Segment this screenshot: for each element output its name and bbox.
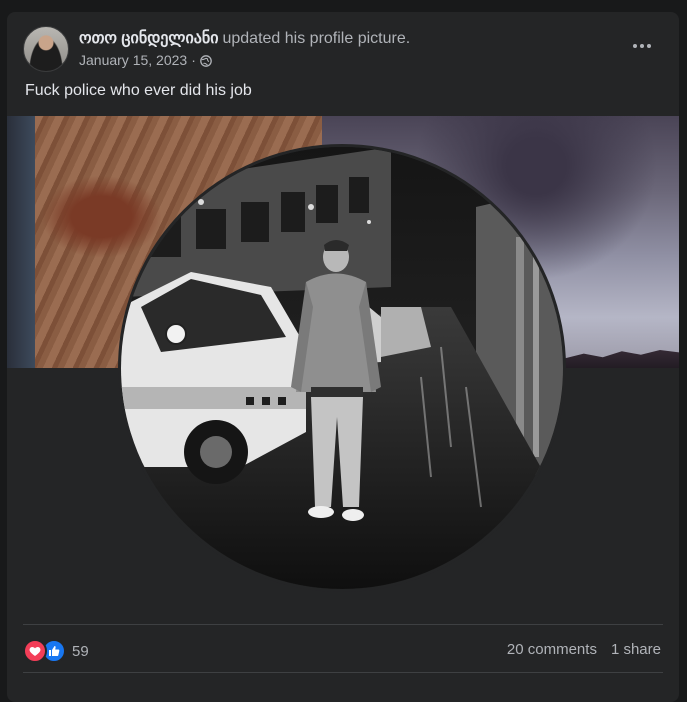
profile-picture[interactable] [118, 144, 566, 592]
author-name[interactable]: ოთო ცინდელიანი [79, 30, 218, 47]
post-body-text: Fuck police who ever did his job [25, 82, 252, 99]
author-avatar[interactable] [23, 26, 69, 72]
more-options-button[interactable] [627, 34, 657, 58]
globe-icon [200, 54, 212, 67]
more-dot [647, 44, 651, 48]
stats-divider [23, 624, 663, 625]
post-card: ოთო ცინდელიანი updated his profile pictur… [7, 12, 679, 702]
comments-count-link[interactable]: 20 comments [507, 641, 597, 658]
shares-count-link[interactable]: 1 share [611, 641, 661, 658]
more-horizontal-icon [633, 44, 637, 48]
post-meta: January 15, 2023 · [79, 52, 212, 68]
reaction-count: 59 [72, 642, 89, 660]
post-title-line: ოთო ცინდელიანი updated his profile pictur… [79, 28, 410, 48]
post-footer: 59 20 comments 1 share [23, 636, 663, 664]
more-dot [640, 44, 644, 48]
post-photo[interactable] [7, 116, 679, 594]
actions-divider [23, 672, 663, 673]
post-action-text: updated his profile picture. [222, 30, 411, 47]
reactions-summary[interactable]: 59 [23, 639, 89, 663]
post-header: ოთო ცინდელიანი updated his profile pictur… [23, 26, 663, 72]
engagement-stats: 20 comments 1 share [507, 641, 661, 658]
meta-separator: · [191, 52, 196, 68]
post-date[interactable]: January 15, 2023 [79, 52, 187, 68]
cover-pillar-edge [7, 116, 35, 368]
love-reaction-icon [23, 639, 47, 663]
